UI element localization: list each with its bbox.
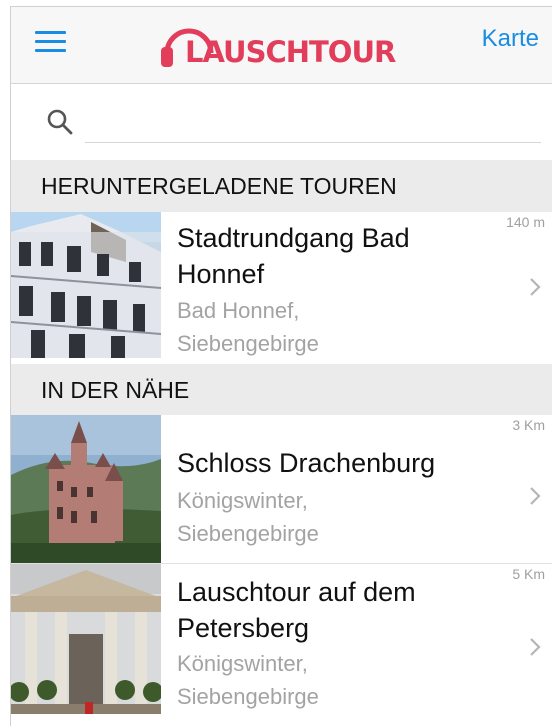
logo-text: LAUSCHTOUR — [185, 35, 396, 69]
tour-row-petersberg[interactable]: Lauschtour auf dem Petersberg Königswint… — [11, 564, 552, 714]
tour-location: Königswinter, Siebengebirge — [177, 488, 319, 546]
tour-row-stadtrundgang[interactable]: Stadtrundgang Bad Honnef Bad Honnef, Sie… — [11, 212, 552, 358]
section-heading-nearby: IN DER NÄHE — [11, 364, 552, 416]
tour-title: Schloss Drachenburg — [177, 448, 436, 478]
tour-thumbnail — [11, 415, 161, 563]
search-icon — [47, 109, 73, 135]
tour-location: Königswinter, Siebengebirge — [177, 651, 319, 709]
tour-thumbnail — [11, 564, 161, 714]
tour-location: Bad Honnef, Siebengebirge — [177, 298, 319, 356]
app-logo: LAUSCHTOUR — [159, 17, 409, 73]
search-input[interactable] — [85, 103, 541, 143]
top-bar: LAUSCHTOUR Karte — [11, 7, 552, 84]
chevron-right-icon — [530, 487, 541, 505]
search-bar — [11, 85, 552, 160]
app-screen: LAUSCHTOUR Karte HERUNTERGELADENE TOUREN — [10, 6, 552, 726]
distance-label: 3 Km — [512, 417, 545, 433]
map-link[interactable]: Karte — [482, 25, 539, 53]
tour-thumbnail — [11, 212, 161, 358]
tour-row-schloss-drachenburg[interactable]: Schloss Drachenburg Königswinter, Sieben… — [11, 415, 552, 563]
chevron-right-icon — [530, 638, 541, 656]
chevron-right-icon — [530, 278, 541, 296]
tour-title: Lauschtour auf dem Petersberg — [177, 577, 416, 643]
distance-label: 140 m — [506, 214, 545, 230]
distance-label: 5 Km — [512, 566, 545, 582]
tour-title: Stadtrundgang Bad Honnef — [177, 223, 410, 289]
hamburger-menu-icon[interactable] — [31, 27, 71, 57]
section-heading-downloaded: HERUNTERGELADENE TOUREN — [11, 160, 552, 212]
